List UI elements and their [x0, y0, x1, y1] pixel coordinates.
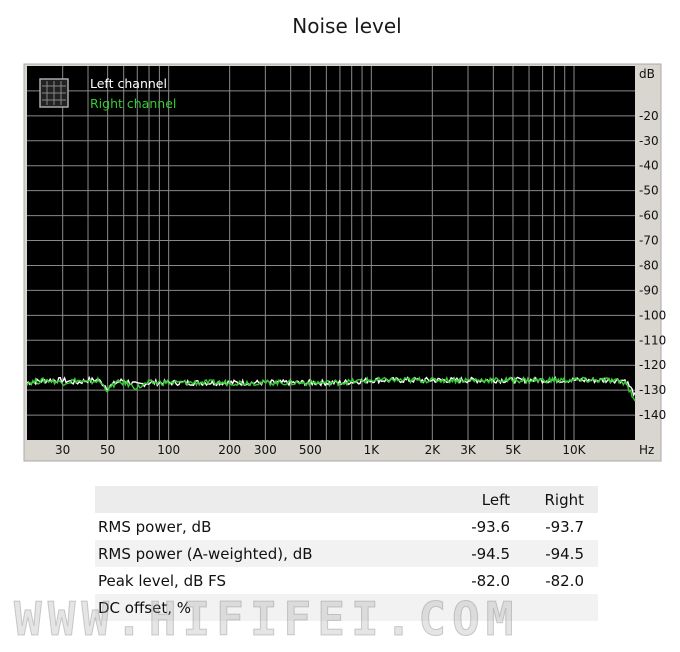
x-axis-label: Hz — [639, 443, 654, 457]
x-tick-label: 500 — [299, 443, 322, 457]
y-tick-label: -40 — [639, 159, 659, 173]
y-tick-label: -50 — [639, 184, 659, 198]
stats-header-right: Right — [524, 486, 598, 513]
y-tick-label: -130 — [639, 383, 666, 397]
stats-row-label: RMS power (A-weighted), dB — [95, 540, 450, 567]
stats-header-left: Left — [450, 486, 524, 513]
stats-row-right-value: -82.0 — [545, 571, 584, 590]
x-tick-label: 2K — [425, 443, 442, 457]
y-tick-label: -110 — [639, 333, 666, 347]
stats-row-label: RMS power, dB — [98, 517, 212, 536]
y-tick-label: -120 — [639, 358, 666, 372]
y-tick-label: -70 — [639, 234, 659, 248]
x-tick-label: 1K — [364, 443, 381, 457]
stats-row-left-value: -82.0 — [471, 571, 510, 590]
y-tick-label: -20 — [639, 109, 659, 123]
y-tick-label: -80 — [639, 258, 659, 272]
stats-row: Peak level, dB FS -82.0 -82.0 — [95, 567, 598, 594]
x-tick-label: 300 — [254, 443, 277, 457]
y-tick-label: -60 — [639, 209, 659, 223]
x-tick-label: 100 — [157, 443, 180, 457]
x-tick-label: 5K — [505, 443, 522, 457]
x-tick-label: 10K — [562, 443, 586, 457]
watermark: WWW.HIFIFEI.COM — [14, 592, 520, 647]
stats-row-right-value: -94.5 — [524, 540, 598, 567]
stats-row-left-value: -94.5 — [450, 540, 524, 567]
legend-entry-left: Left channel — [90, 76, 167, 91]
stats-header-row: Left Right — [95, 486, 598, 513]
stats-row-right-value: -93.7 — [545, 517, 584, 536]
x-tick-label: 30 — [55, 443, 70, 457]
y-tick-label: -140 — [639, 408, 666, 422]
x-tick-label: 3K — [460, 443, 477, 457]
legend-entry-right: Right channel — [90, 96, 176, 111]
stats-header-label — [95, 486, 450, 513]
stats-row: RMS power (A-weighted), dB -94.5 -94.5 — [95, 540, 598, 567]
y-tick-label: -90 — [639, 283, 659, 297]
stats-row-left-value: -93.6 — [471, 517, 510, 536]
x-tick-label: 200 — [218, 443, 241, 457]
stats-row-label: Peak level, dB FS — [98, 571, 227, 590]
y-axis-label: dB — [639, 67, 655, 81]
y-tick-label: -30 — [639, 134, 659, 148]
y-tick-label: -100 — [639, 308, 666, 322]
noise-level-chart: -20 -30 -40 -50 -60 -70 -80 -90 -100 -110 -120 -130… — [23, 63, 666, 462]
stats-row: RMS power, dB -93.6 -93.7 — [95, 513, 598, 540]
x-tick-label: 50 — [100, 443, 115, 457]
